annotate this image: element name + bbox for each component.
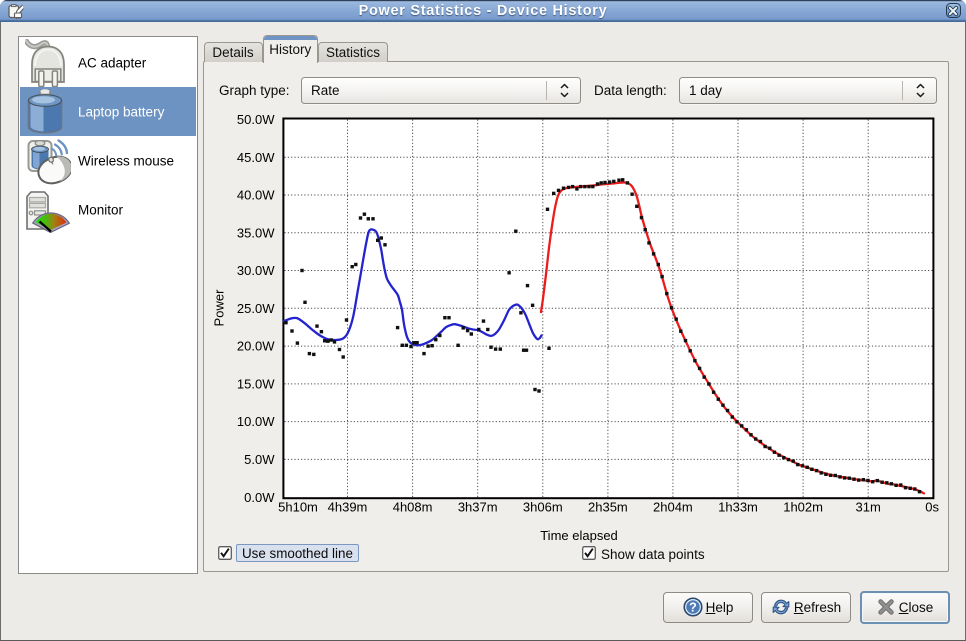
svg-text:35.0W: 35.0W — [237, 225, 275, 240]
svg-text:5h10m: 5h10m — [278, 500, 318, 515]
svg-text:1h33m: 1h33m — [718, 500, 758, 515]
svg-text:3h06m: 3h06m — [523, 500, 563, 515]
svg-text:3h37m: 3h37m — [458, 500, 498, 515]
svg-text:5.0W: 5.0W — [244, 452, 275, 467]
svg-text:31m: 31m — [856, 500, 881, 515]
svg-text:4h39m: 4h39m — [328, 500, 368, 515]
svg-text:15.0W: 15.0W — [237, 377, 275, 392]
svg-text:20.0W: 20.0W — [237, 339, 275, 354]
svg-text:Time elapsed: Time elapsed — [540, 528, 618, 543]
svg-text:50.0W: 50.0W — [237, 112, 275, 127]
svg-text:30.0W: 30.0W — [237, 263, 275, 278]
svg-text:?: ? — [689, 600, 697, 614]
svg-text:2h35m: 2h35m — [588, 500, 628, 515]
svg-text:2h04m: 2h04m — [653, 500, 693, 515]
svg-text:1h02m: 1h02m — [783, 500, 823, 515]
svg-text:4h08m: 4h08m — [393, 500, 433, 515]
svg-text:0s: 0s — [925, 500, 939, 515]
svg-text:40.0W: 40.0W — [237, 188, 275, 203]
svg-text:45.0W: 45.0W — [237, 150, 275, 165]
svg-text:10.0W: 10.0W — [237, 414, 275, 429]
svg-text:0.0W: 0.0W — [244, 490, 275, 505]
svg-text:25.0W: 25.0W — [237, 301, 275, 316]
svg-text:Power: Power — [212, 289, 227, 327]
